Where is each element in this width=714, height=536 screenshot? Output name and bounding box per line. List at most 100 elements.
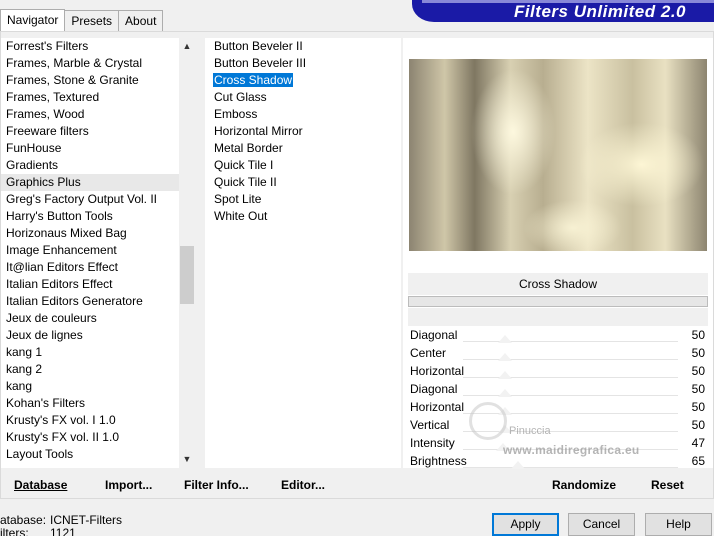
param-slider-row[interactable]: Horizontal 50 [408, 362, 708, 380]
navigator-panel: Forrest's Filters Frames, Marble & Crysta… [0, 31, 714, 499]
param-value: 50 [691, 418, 705, 432]
randomize-button-label: Randomize [552, 478, 617, 492]
param-slider-track[interactable] [463, 395, 678, 397]
category-item[interactable]: Greg's Factory Output Vol. II [1, 191, 179, 208]
param-value: 50 [691, 382, 705, 396]
category-item[interactable]: It@lian Editors Effect [1, 259, 179, 276]
category-item[interactable]: Italian Editors Effect [1, 276, 179, 293]
param-slider-row[interactable]: Diagonal 50 [408, 380, 708, 398]
param-slider-row[interactable]: Diagonal 50 [408, 326, 708, 344]
filter-item-label: Quick Tile II [214, 175, 277, 189]
param-slider-row[interactable]: Center 50 [408, 344, 708, 362]
category-item[interactable]: Horizonaus Mixed Bag [1, 225, 179, 242]
category-item[interactable]: kang [1, 378, 179, 395]
category-item[interactable]: Freeware filters [1, 123, 179, 140]
category-item[interactable]: Krusty's FX vol. II 1.0 [1, 429, 179, 446]
import-button[interactable]: Import... [105, 478, 152, 492]
filter-list[interactable]: Button Beveler II Button Beveler III Cross… [205, 38, 401, 468]
filter-item[interactable]: Spot Lite [205, 191, 401, 208]
category-item[interactable]: kang 2 [1, 361, 179, 378]
tab-navigator[interactable]: Navigator [0, 9, 66, 32]
randomize-button[interactable]: Randomize [552, 478, 616, 492]
param-slider-track[interactable] [463, 467, 678, 469]
param-value: 50 [691, 346, 705, 360]
param-value: 50 [691, 328, 705, 342]
filter-item[interactable]: Button Beveler III [205, 55, 401, 72]
param-slider-track[interactable] [463, 359, 678, 361]
category-item[interactable]: Harry's Button Tools [1, 208, 179, 225]
param-value: 50 [691, 400, 705, 414]
param-slider-thumb-icon[interactable] [498, 353, 513, 361]
category-item[interactable]: Forrest's Filters [1, 38, 179, 55]
category-item[interactable]: Layout Tools [1, 446, 179, 463]
category-list[interactable]: Forrest's Filters Frames, Marble & Crysta… [1, 38, 179, 468]
filter-item[interactable]: Metal Border [205, 140, 401, 157]
category-item[interactable]: kang 1 [1, 344, 179, 361]
filter-item[interactable]: Cross Shadow [205, 72, 401, 89]
database-button[interactable]: Database [14, 478, 67, 492]
param-value: 50 [691, 364, 705, 378]
filter-item[interactable]: White Out [205, 208, 401, 225]
category-item[interactable]: FunHouse [1, 140, 179, 157]
category-scrollbar[interactable]: ▲ ▼ [179, 38, 195, 468]
filter-item-label: Emboss [214, 107, 258, 121]
filter-item[interactable]: Button Beveler II [205, 38, 401, 55]
filter-item-label: Spot Lite [214, 192, 262, 206]
editor-button[interactable]: Editor... [281, 478, 325, 492]
apply-button[interactable]: Apply [492, 513, 559, 536]
tab-about[interactable]: About [118, 10, 164, 32]
category-item[interactable]: Italian Editors Generatore [1, 293, 179, 310]
category-item[interactable]: Frames, Wood [1, 106, 179, 123]
filter-settings-area: Cross Shadow Diagonal 50 Center 50 Horizonta… [403, 38, 713, 470]
filter-item[interactable]: Quick Tile I [205, 157, 401, 174]
param-label: Center [410, 346, 447, 360]
filter-info-button[interactable]: Filter Info... [184, 478, 249, 492]
category-item[interactable]: Image Enhancement [1, 242, 179, 259]
param-slider-track[interactable] [463, 413, 678, 415]
param-slider-thumb-icon[interactable] [498, 389, 513, 397]
scroll-down-arrow-icon[interactable]: ▼ [179, 451, 195, 468]
filter-item[interactable]: Horizontal Mirror [205, 123, 401, 140]
param-slider-thumb-icon[interactable] [498, 425, 513, 433]
param-slider-thumb-icon[interactable] [498, 335, 513, 343]
param-slider-row[interactable]: Intensity 47 [408, 434, 708, 452]
category-item[interactable]: Jeux de lignes [1, 327, 179, 344]
category-item[interactable]: Krusty's FX vol. I 1.0 [1, 412, 179, 429]
filter-item-label: Metal Border [214, 141, 283, 155]
filter-item[interactable]: Quick Tile II [205, 174, 401, 191]
param-slider-row[interactable]: Vertical 50 [408, 416, 708, 434]
scroll-thumb[interactable] [180, 246, 194, 304]
param-label: Horizontal [410, 364, 465, 378]
param-label: Intensity [410, 436, 455, 450]
scroll-up-arrow-icon[interactable]: ▲ [179, 38, 195, 55]
param-slider-thumb-icon[interactable] [510, 461, 525, 469]
category-item[interactable]: Frames, Textured [1, 89, 179, 106]
filter-item[interactable]: Emboss [205, 106, 401, 123]
tab-presets[interactable]: Presets [64, 10, 120, 32]
param-slider-thumb-icon[interactable] [498, 371, 513, 379]
category-item[interactable]: Kohan's Filters [1, 395, 179, 412]
help-button[interactable]: Help [645, 513, 712, 536]
editor-button-label: Editor... [281, 478, 326, 492]
category-item[interactable]: Graphics Plus [1, 174, 179, 191]
param-slider-row[interactable]: Brightness 65 [408, 452, 708, 470]
param-slider-thumb-icon[interactable] [495, 443, 510, 451]
reset-button[interactable]: Reset [651, 478, 684, 492]
filters-count-value: 1121 [50, 526, 76, 536]
filter-item[interactable]: Cut Glass [205, 89, 401, 106]
param-slider-thumb-icon[interactable] [498, 407, 513, 415]
category-item[interactable]: Gradients [1, 157, 179, 174]
param-slider-row[interactable]: Horizontal 50 [408, 398, 708, 416]
param-slider-track[interactable] [463, 377, 678, 379]
filter-item-label: Button Beveler III [214, 56, 307, 70]
cancel-button[interactable]: Cancel [568, 513, 635, 536]
param-slider-track[interactable] [463, 341, 678, 343]
database-info: atabase: ICNET-Filters ilters: 1121 [0, 514, 122, 536]
category-item[interactable]: Jeux de couleurs [1, 310, 179, 327]
database-button-label: Database [14, 478, 68, 492]
category-item[interactable]: Frames, Stone & Granite [1, 72, 179, 89]
param-label: Diagonal [410, 382, 458, 396]
category-item[interactable]: Frames, Marble & Crystal [1, 55, 179, 72]
param-slider-track[interactable] [463, 431, 678, 433]
param-label: Horizontal [410, 400, 465, 414]
